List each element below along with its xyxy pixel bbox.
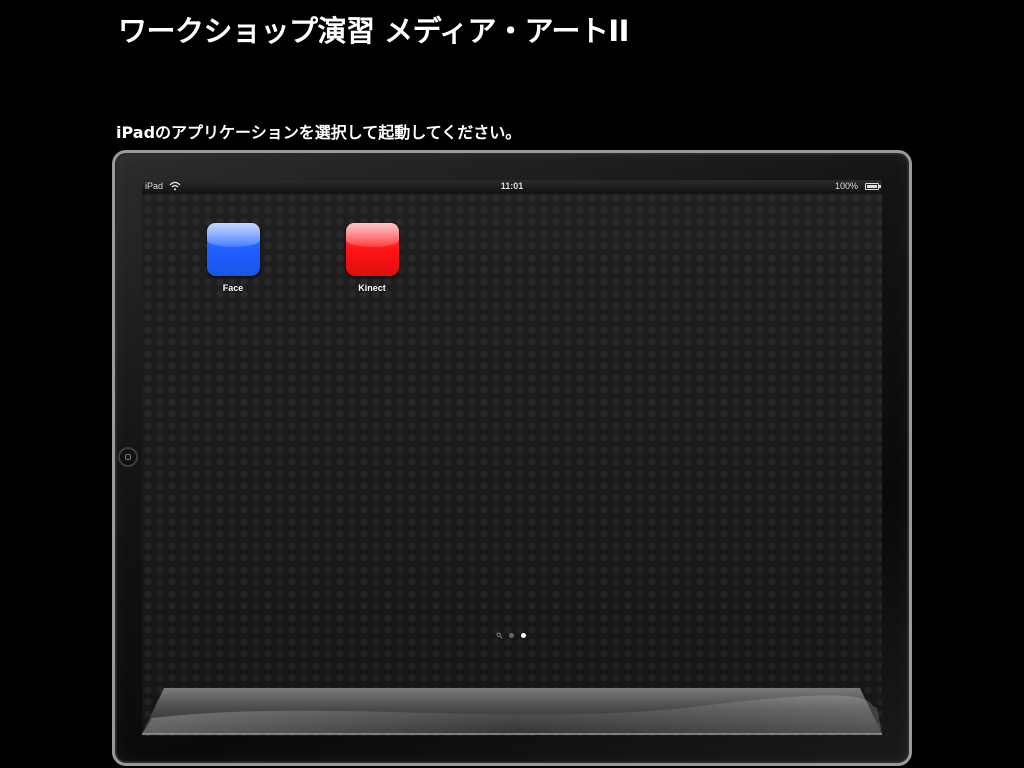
status-bar: iPad 11:01 100%	[142, 180, 882, 194]
home-button[interactable]	[118, 447, 138, 467]
dock	[142, 688, 882, 735]
ipad-screen: iPad 11:01 100% Face Kinect	[142, 180, 882, 736]
app-face[interactable]: Face	[183, 223, 283, 293]
page-dot-1[interactable]	[509, 633, 514, 638]
status-time: 11:01	[500, 181, 524, 191]
app-label-kinect: Kinect	[358, 283, 386, 293]
battery-icon	[865, 183, 881, 190]
page-dot-2-active[interactable]	[521, 633, 526, 638]
app-label-face: Face	[222, 283, 244, 293]
app-kinect[interactable]: Kinect	[322, 223, 422, 293]
kinect-app-icon[interactable]	[345, 223, 399, 276]
battery-percent: 100%	[834, 181, 858, 191]
face-app-icon[interactable]	[206, 223, 260, 276]
spotlight-search-icon[interactable]	[496, 632, 503, 639]
page-title: ワークショップ演習 メディア・アートII	[118, 14, 629, 48]
page-indicator[interactable]	[496, 632, 536, 640]
instruction-text: iPadのアプリケーションを選択して起動してください。	[116, 123, 522, 142]
